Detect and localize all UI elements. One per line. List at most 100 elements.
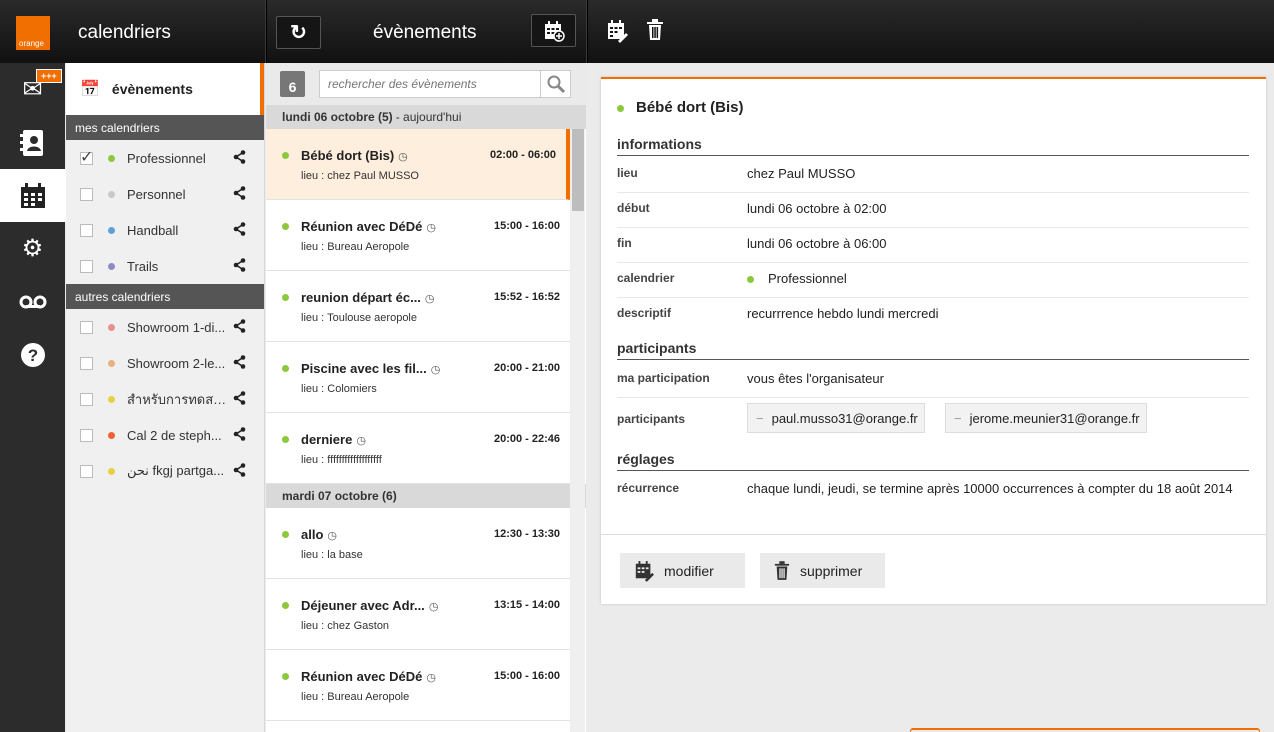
share-icon[interactable] — [233, 318, 246, 336]
event-time: 12:30 - 13:30 — [493, 528, 560, 540]
my-calendars-list: Professionnel Personnel Handball Trails — [66, 140, 264, 284]
modify-button[interactable]: modifier — [620, 553, 745, 588]
calendar-checkbox[interactable] — [80, 147, 93, 167]
calendar-checkbox[interactable] — [80, 464, 93, 478]
calendar-item[interactable]: Showroom 2-le... — [66, 345, 264, 381]
share-icon[interactable] — [233, 257, 246, 275]
trash-icon — [774, 560, 790, 580]
row-descriptif: descriptif recurrrence hebdo lundi mercre… — [617, 298, 1249, 333]
recurrence-icon: ◷ — [398, 151, 408, 163]
calendar-checkbox[interactable] — [80, 428, 93, 442]
calendar-item[interactable]: Professionnel — [66, 140, 264, 176]
day-label: mardi 07 octobre (6) — [282, 489, 397, 503]
share-icon[interactable] — [233, 462, 246, 480]
label-debut: début — [617, 201, 650, 215]
calendar-name: Professionnel — [768, 271, 847, 286]
event-title-text: Bébé dort (Bis) — [636, 99, 744, 116]
share-icon[interactable] — [233, 221, 246, 239]
refresh-button[interactable]: ↻ — [276, 16, 321, 49]
event-detail-card: Bébé dort (Bis) informations lieu chez Pa… — [601, 77, 1266, 604]
remove-icon[interactable]: − — [954, 411, 962, 426]
nav-settings[interactable]: ⚙ — [0, 222, 65, 275]
calendar-color-dot — [108, 154, 115, 162]
search-button[interactable] — [541, 70, 571, 98]
calendar-checkbox[interactable] — [80, 320, 93, 334]
day-header: lundi 06 octobre (5) - aujourd'hui — [266, 105, 586, 129]
nav-calendar[interactable] — [0, 169, 66, 222]
event-location: lieu : Bureau Aeropole — [301, 241, 410, 253]
events-days: lundi 06 octobre (5) - aujourd'hui Bébé do… — [266, 105, 586, 721]
calendar-name: Cal 2 de steph... — [127, 427, 222, 443]
delete-button[interactable]: supprimer — [760, 553, 885, 588]
participant-chip[interactable]: − jerome.meunier31@orange.fr — [945, 403, 1147, 433]
event-title: allo — [301, 527, 324, 542]
orange-logo[interactable]: orange — [16, 16, 50, 50]
share-icon[interactable] — [233, 390, 246, 408]
calendar-item[interactable]: Personnel — [66, 176, 264, 212]
label-ma-participation: ma participation — [617, 371, 710, 385]
help-icon: ? — [20, 342, 45, 367]
recurrence-icon: ◷ — [327, 530, 338, 542]
calendars-panel: 📅 évènements mes calendriers Professionn… — [66, 63, 265, 732]
nav-contacts[interactable] — [0, 116, 65, 169]
share-icon[interactable] — [233, 149, 246, 167]
calendar-checkbox[interactable] — [80, 223, 93, 237]
value-lieu: chez Paul MUSSO — [747, 166, 856, 181]
remove-icon[interactable]: − — [756, 411, 764, 426]
calendar-checkbox[interactable] — [80, 356, 93, 370]
detail-footer-divider — [601, 534, 1266, 535]
event-item[interactable]: Déjeuner avec Adr... ◷ 13:15 - 14:00 lieu :… — [266, 579, 570, 650]
share-icon[interactable] — [233, 426, 246, 444]
calendar-color-dot — [108, 323, 115, 331]
event-title: Réunion avec DéDé — [301, 669, 423, 684]
nav-help[interactable]: ? — [0, 328, 65, 381]
mail-badge: +++ — [36, 69, 62, 83]
event-item[interactable]: derniere ◷ 20:00 - 22:46 lieu : fffffffffff… — [266, 413, 570, 484]
calendar-item[interactable]: สำหรับการทดสอบ... — [66, 381, 264, 417]
events-scrollbar-thumb[interactable] — [572, 129, 584, 211]
event-item[interactable]: Réunion avec DéDé ◷ 15:00 - 16:00 lieu : Bu… — [266, 650, 570, 721]
calendar-item[interactable]: Showroom 1-di... — [66, 309, 264, 345]
recurrence-icon: ◷ — [428, 601, 439, 613]
calendar-item[interactable]: Handball — [66, 212, 264, 248]
today-date-button[interactable]: 6 — [280, 71, 305, 97]
events-view-link[interactable]: 📅 évènements — [66, 63, 264, 115]
calendar-edit-icon — [635, 560, 654, 582]
participant-chip[interactable]: − paul.musso31@orange.fr — [747, 403, 925, 433]
calendar-name: Trails — [127, 258, 159, 274]
calendar-name: نحن fkgj partga... — [127, 463, 225, 478]
events-scrollbar[interactable] — [570, 129, 585, 732]
event-time: 15:00 - 16:00 — [493, 220, 560, 232]
share-icon[interactable] — [233, 354, 246, 372]
event-item[interactable]: Piscine avec les fil... ◷ 20:00 - 21:00 lie… — [266, 342, 570, 413]
value-fin: lundi 06 octobre à 06:00 — [747, 236, 887, 251]
event-item[interactable]: Réunion avec DéDé ◷ 15:00 - 16:00 lieu : Bu… — [266, 200, 570, 271]
recurrence-icon: ◷ — [426, 222, 436, 234]
calendar-checkbox[interactable] — [80, 259, 93, 273]
share-icon[interactable] — [233, 185, 246, 203]
edit-event-button[interactable] — [606, 19, 628, 48]
calendar-name: สำหรับการทดสอบ... — [127, 391, 227, 407]
calendar-item[interactable]: Cal 2 de steph... — [66, 417, 264, 453]
calendar-name: Personnel — [127, 186, 186, 202]
calendar-color-dot — [282, 365, 289, 372]
nav-voicemail[interactable] — [0, 275, 65, 328]
event-item[interactable]: Bébé dort (Bis) ◷ 02:00 - 06:00 lieu : chez… — [266, 129, 570, 200]
calendar-color-dot — [108, 226, 115, 234]
delete-event-button[interactable] — [646, 19, 664, 46]
event-item[interactable]: reunion départ éc... ◷ 15:52 - 16:52 lieu :… — [266, 271, 570, 342]
calendar-item[interactable]: نحن fkgj partga... — [66, 453, 264, 489]
event-title: Bébé dort (Bis) — [617, 99, 744, 116]
calendar-item[interactable]: Trails — [66, 248, 264, 284]
add-event-button[interactable] — [531, 14, 576, 47]
calendar-checkbox[interactable] — [80, 392, 93, 406]
search-input[interactable] — [319, 70, 541, 98]
label-descriptif: descriptif — [617, 306, 672, 320]
calendar-checkbox[interactable] — [80, 187, 93, 201]
refresh-icon: ↻ — [290, 22, 307, 44]
my-calendars-header: mes calendriers — [66, 115, 264, 140]
calendar-edit-icon — [608, 20, 628, 43]
nav-mail[interactable]: ✉ +++ — [0, 63, 65, 116]
event-item[interactable]: allo ◷ 12:30 - 13:30 lieu : la base — [266, 508, 570, 579]
label-lieu: lieu — [617, 166, 638, 180]
